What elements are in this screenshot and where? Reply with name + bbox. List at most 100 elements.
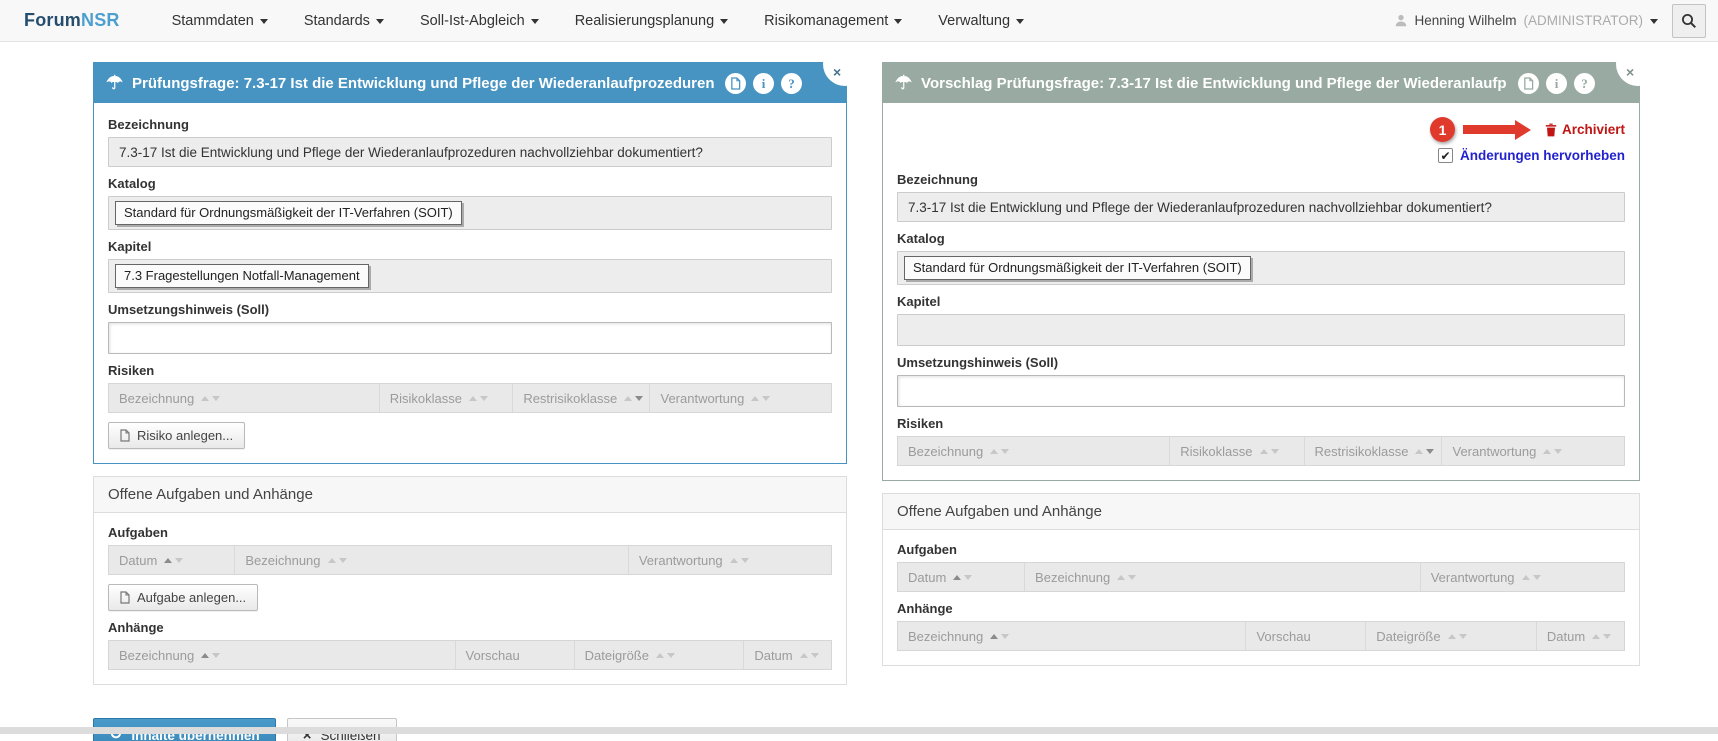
new-document-icon xyxy=(120,429,130,442)
column-restrisikoklasse[interactable]: Restrisikoklasse xyxy=(513,384,650,412)
user-menu[interactable]: Henning Wilhelm (ADMINISTRATOR) xyxy=(1395,13,1658,28)
sort-icons xyxy=(1117,575,1136,580)
katalog-field[interactable]: Standard für Ordnungsmäßigkeit der IT-Ve… xyxy=(108,196,832,230)
aufgaben-label: Aufgaben xyxy=(897,542,1625,557)
card-title: Offene Aufgaben und Anhänge xyxy=(94,477,846,513)
vorschlag-panel: × ☂ Vorschlag Prüfungsfrage: 7.3-17 Ist … xyxy=(882,62,1640,481)
aenderungen-checkbox[interactable]: ✔ xyxy=(1438,148,1453,163)
kapitel-field[interactable] xyxy=(897,314,1625,346)
column-risikoklasse[interactable]: Risikoklasse xyxy=(380,384,514,412)
column-bezeichnung[interactable]: Bezeichnung xyxy=(898,437,1170,465)
sort-icons xyxy=(990,634,1009,639)
highlight-row: ✔ Änderungen hervorheben xyxy=(897,148,1625,163)
chevron-down-icon xyxy=(1016,19,1024,24)
column-restrisikoklasse[interactable]: Restrisikoklasse xyxy=(1305,437,1443,465)
sort-icons xyxy=(656,653,675,658)
bezeichnung-field[interactable]: 7.3-17 Ist die Entwicklung und Pflege de… xyxy=(108,137,832,167)
sort-icons xyxy=(730,558,749,563)
column-bezeichnung[interactable]: Bezeichnung xyxy=(109,641,456,669)
column-vorschau[interactable]: Vorschau xyxy=(1246,622,1366,650)
sort-icons xyxy=(201,396,220,401)
risiken-table-header: Bezeichnung Risikoklasse Restrisikoklass… xyxy=(897,436,1625,466)
pdf-export-icon[interactable] xyxy=(1518,73,1539,94)
close-icon[interactable]: × xyxy=(823,42,867,86)
column-dateigroesse[interactable]: Dateigröße xyxy=(575,641,745,669)
anhaenge-table-header: Bezeichnung Vorschau Dateigröße Datum xyxy=(108,640,832,670)
anhaenge-label: Anhänge xyxy=(897,601,1625,616)
kapitel-label: Kapitel xyxy=(897,294,1625,309)
risiken-table-header: Bezeichnung Risikoklasse Restrisikoklass… xyxy=(108,383,832,413)
sort-icons xyxy=(1543,449,1562,454)
menu-risikomanagement[interactable]: Risikomanagement xyxy=(750,3,916,39)
column-dateigroesse[interactable]: Dateigröße xyxy=(1366,622,1537,650)
menu-verwaltung[interactable]: Verwaltung xyxy=(924,3,1038,39)
kapitel-field[interactable]: 7.3 Fragestellungen Notfall-Management xyxy=(108,259,832,293)
umsetzungshinweis-field[interactable] xyxy=(897,375,1625,407)
sort-icons xyxy=(201,653,220,658)
katalog-tag[interactable]: Standard für Ordnungsmäßigkeit der IT-Ve… xyxy=(115,201,462,225)
pdf-export-icon[interactable] xyxy=(725,73,746,94)
help-icon[interactable]: ? xyxy=(1574,73,1595,94)
column-verantwortung[interactable]: Verantwortung xyxy=(650,384,831,412)
pruefungsfrage-panel-title: Prüfungsfrage: 7.3-17 Ist die Entwicklun… xyxy=(132,75,714,92)
menu-realisierungsplanung[interactable]: Realisierungsplanung xyxy=(561,3,742,39)
info-icon[interactable]: i xyxy=(753,73,774,94)
risiken-label: Risiken xyxy=(108,363,832,378)
column-datum[interactable]: Datum xyxy=(744,641,831,669)
column-verantwortung[interactable]: Verantwortung xyxy=(629,546,831,574)
umbrella-icon: ☂ xyxy=(106,74,123,93)
bottom-strip xyxy=(0,727,1718,734)
risiken-label: Risiken xyxy=(897,416,1625,431)
annotation-step-1: 1 xyxy=(1430,117,1455,142)
pruefungsfrage-panel: × ☂ Prüfungsfrage: 7.3-17 Ist die Entwic… xyxy=(93,62,847,464)
aufgabe-anlegen-button[interactable]: Aufgabe anlegen... xyxy=(108,584,258,611)
top-navbar: ForumNSR Stammdaten Standards Soll-Ist-A… xyxy=(0,0,1718,42)
column-bezeichnung[interactable]: Bezeichnung xyxy=(109,384,380,412)
search-button[interactable] xyxy=(1672,4,1706,38)
katalog-field[interactable]: Standard für Ordnungsmäßigkeit der IT-Ve… xyxy=(897,251,1625,285)
menu-soll-ist-abgleich[interactable]: Soll-Ist-Abgleich xyxy=(406,3,553,39)
app-logo[interactable]: ForumNSR xyxy=(24,10,120,31)
umsetzungshinweis-field[interactable] xyxy=(108,322,832,354)
chevron-down-icon xyxy=(376,19,384,24)
column-bezeichnung[interactable]: Bezeichnung xyxy=(898,622,1246,650)
offene-aufgaben-card-right: Offene Aufgaben und Anhänge Aufgaben Dat… xyxy=(882,493,1640,666)
aufgaben-table-header: Datum Bezeichnung Verantwortung xyxy=(897,562,1625,592)
close-icon[interactable]: × xyxy=(1616,42,1660,86)
katalog-label: Katalog xyxy=(897,231,1625,246)
dialog-area: × ☂ Prüfungsfrage: 7.3-17 Ist die Entwic… xyxy=(0,42,1718,734)
chevron-down-icon xyxy=(1650,19,1658,24)
column-datum[interactable]: Datum xyxy=(1537,622,1624,650)
column-datum[interactable]: Datum xyxy=(109,546,235,574)
bezeichnung-field[interactable]: 7.3-17 Ist die Entwicklung und Pflege de… xyxy=(897,192,1625,222)
menu-stammdaten[interactable]: Stammdaten xyxy=(158,3,282,39)
sort-icons xyxy=(1522,575,1541,580)
chevron-down-icon xyxy=(531,19,539,24)
vorschlag-panel-title: Vorschlag Prüfungsfrage: 7.3-17 Ist die … xyxy=(921,75,1507,92)
sort-icons xyxy=(328,558,347,563)
column-vorschau[interactable]: Vorschau xyxy=(456,641,575,669)
column-risikoklasse[interactable]: Risikoklasse xyxy=(1170,437,1304,465)
kapitel-tag[interactable]: 7.3 Fragestellungen Notfall-Management xyxy=(115,264,369,288)
column-datum[interactable]: Datum xyxy=(898,563,1025,591)
user-name: Henning Wilhelm xyxy=(1414,13,1516,28)
umsetzungshinweis-label: Umsetzungshinweis (Soll) xyxy=(897,355,1625,370)
info-icon[interactable]: i xyxy=(1546,73,1567,94)
archiviert-button[interactable]: Archiviert xyxy=(1545,122,1625,137)
aenderungen-label[interactable]: Änderungen hervorheben xyxy=(1460,148,1625,163)
chevron-down-icon xyxy=(720,19,728,24)
help-icon[interactable]: ? xyxy=(781,73,802,94)
vorschlag-panel-header: ☂ Vorschlag Prüfungsfrage: 7.3-17 Ist di… xyxy=(883,63,1639,103)
katalog-tag[interactable]: Standard für Ordnungsmäßigkeit der IT-Ve… xyxy=(904,256,1251,280)
user-role: (ADMINISTRATOR) xyxy=(1524,13,1644,28)
search-icon xyxy=(1681,13,1697,29)
risiko-anlegen-button[interactable]: Risiko anlegen... xyxy=(108,422,245,449)
column-verantwortung[interactable]: Verantwortung xyxy=(1421,563,1624,591)
menu-standards[interactable]: Standards xyxy=(290,3,398,39)
kapitel-label: Kapitel xyxy=(108,239,832,254)
umsetzungshinweis-label: Umsetzungshinweis (Soll) xyxy=(108,302,832,317)
column-verantwortung[interactable]: Verantwortung xyxy=(1442,437,1624,465)
column-bezeichnung[interactable]: Bezeichnung xyxy=(235,546,628,574)
anhaenge-label: Anhänge xyxy=(108,620,832,635)
column-bezeichnung[interactable]: Bezeichnung xyxy=(1025,563,1421,591)
